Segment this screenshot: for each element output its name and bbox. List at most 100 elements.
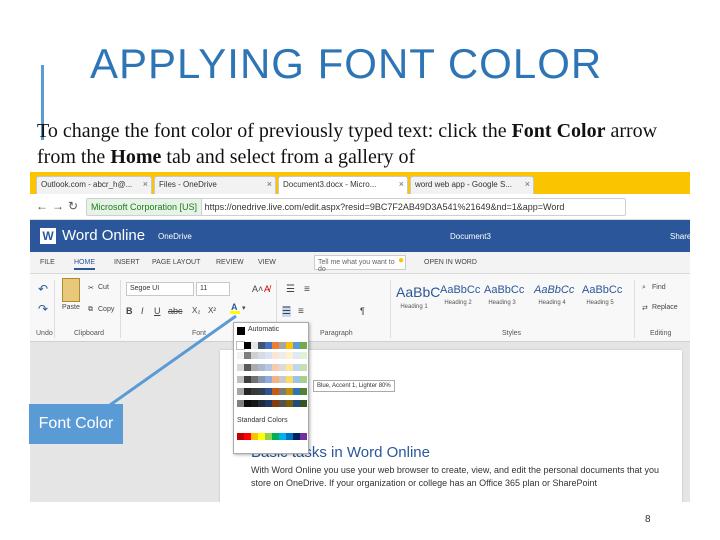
color-swatch[interactable] [258,400,265,407]
paragraph-mark-icon[interactable]: ¶ [360,306,365,316]
close-icon[interactable]: × [143,179,148,189]
superscript-button[interactable]: X² [208,306,216,315]
color-swatch[interactable] [258,376,265,383]
cut-button[interactable]: Cut [98,284,109,291]
color-swatch[interactable] [293,388,300,395]
color-swatch[interactable] [300,388,307,395]
color-swatch[interactable] [265,376,272,383]
reload-icon[interactable]: ↻ [68,199,78,213]
color-swatch[interactable] [272,352,279,359]
chevron-down-icon[interactable]: ▾ [242,304,246,312]
color-swatch[interactable] [286,388,293,395]
color-swatch[interactable] [236,341,245,350]
color-swatch[interactable] [251,400,258,407]
tell-me-input[interactable]: Tell me what you want to do [314,255,406,273]
color-swatch[interactable] [237,364,244,371]
browser-tab-outlook[interactable]: Outlook.com - abcr_h@... × [36,176,152,194]
color-swatch[interactable] [300,342,307,349]
copy-icon[interactable]: ⧉ [88,306,93,314]
color-swatch[interactable] [279,433,286,440]
color-swatch[interactable] [244,400,251,407]
color-swatch[interactable] [279,342,286,349]
color-swatch[interactable] [251,433,258,440]
color-swatch[interactable] [272,376,279,383]
redo-icon[interactable]: ↷ [38,302,48,316]
color-swatch[interactable] [251,342,258,349]
cut-icon[interactable]: ✂ [88,284,94,292]
color-swatch[interactable] [300,433,307,440]
document-paragraph[interactable]: With Word Online you use your web browse… [251,464,661,490]
paste-icon[interactable] [62,278,80,302]
color-swatch[interactable] [265,388,272,395]
color-swatch[interactable] [237,400,244,407]
find-icon[interactable]: ⌕ [642,284,646,292]
color-swatch[interactable] [300,352,307,359]
back-icon[interactable]: ← [36,199,48,213]
color-swatch[interactable] [237,388,244,395]
find-button[interactable]: Find [652,284,666,291]
copy-button[interactable]: Copy [98,306,114,313]
undo-icon[interactable]: ↶ [38,282,48,296]
color-swatch[interactable] [272,400,279,407]
color-swatch[interactable] [279,400,286,407]
color-swatch[interactable] [286,433,293,440]
font-name-select[interactable]: Segoe UI [126,282,194,296]
color-swatch[interactable] [293,400,300,407]
color-swatch[interactable] [258,352,265,359]
color-swatch[interactable] [251,388,258,395]
align-left-icon[interactable]: ☰ [282,306,291,317]
font-color-icon[interactable]: A [231,302,238,312]
color-swatch[interactable] [279,364,286,371]
color-swatch[interactable] [237,376,244,383]
bold-button[interactable]: B [126,306,133,316]
color-swatch[interactable] [286,400,293,407]
clear-format-icon[interactable]: A̸ [264,284,270,294]
document-name[interactable]: Document3 [450,232,491,241]
color-swatch[interactable] [286,376,293,383]
color-swatch[interactable] [251,352,258,359]
tab-page-layout[interactable]: PAGE LAYOUT [152,259,200,266]
color-swatch[interactable] [258,342,265,349]
color-swatch[interactable] [279,352,286,359]
open-in-word-button[interactable]: OPEN IN WORD [424,259,477,266]
color-swatch[interactable] [244,364,251,371]
color-swatch[interactable] [300,364,307,371]
automatic-option[interactable]: Automatic [248,326,279,333]
color-swatch[interactable] [279,376,286,383]
color-swatch[interactable] [272,388,279,395]
tab-file[interactable]: FILE [40,259,55,266]
color-swatch[interactable] [244,376,251,383]
align-center-icon[interactable]: ≡ [298,306,304,317]
grow-font-icon[interactable]: A˄ [252,284,263,294]
color-swatch[interactable] [265,433,272,440]
color-swatch[interactable] [265,364,272,371]
url-field[interactable]: Microsoft Corporation [US] https://onedr… [86,198,626,216]
tab-home[interactable]: HOME [74,259,95,270]
color-swatch[interactable] [265,342,272,349]
style-heading-1[interactable]: AaBbC Heading 1 [396,280,440,314]
browser-tab-files[interactable]: Files - OneDrive × [154,176,276,194]
style-heading-2[interactable]: AaBbCc Heading 2 [440,280,480,314]
color-swatch[interactable] [286,352,293,359]
forward-icon[interactable]: → [52,199,64,213]
color-swatch[interactable] [244,352,251,359]
replace-icon[interactable]: ⇄ [642,304,648,312]
color-swatch[interactable] [300,376,307,383]
color-swatch[interactable] [272,342,279,349]
onedrive-link[interactable]: OneDrive [158,232,192,241]
bullets-icon[interactable]: ☰ [286,284,295,295]
color-swatch[interactable] [272,364,279,371]
style-heading-4[interactable]: AaBbCc Heading 4 [534,280,574,314]
color-swatch[interactable] [258,433,265,440]
color-swatch[interactable] [293,376,300,383]
color-swatch[interactable] [265,352,272,359]
color-swatch[interactable] [265,400,272,407]
word-logo-icon[interactable]: W [40,228,56,244]
color-swatch[interactable] [279,388,286,395]
automatic-swatch[interactable] [237,327,245,335]
color-swatch[interactable] [286,342,293,349]
color-swatch[interactable] [244,342,251,349]
color-swatch[interactable] [251,364,258,371]
close-icon[interactable]: × [267,179,272,189]
underline-button[interactable]: U [154,306,161,316]
